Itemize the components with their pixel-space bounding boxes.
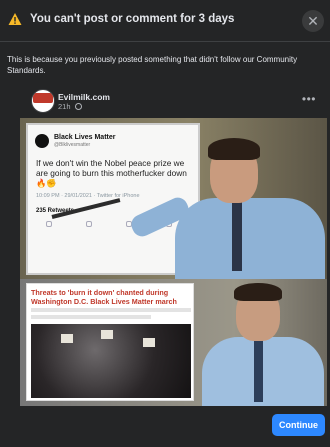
- presenter-body: [175, 198, 325, 279]
- presenter-figure: [128, 138, 327, 279]
- news-article: Threats to 'burn it down' chanted during…: [26, 283, 194, 401]
- protest-sign: [101, 330, 113, 339]
- continue-button[interactable]: Continue: [272, 414, 325, 436]
- protest-sign: [143, 338, 155, 347]
- close-icon: ✕: [307, 13, 319, 29]
- warning-icon: [8, 13, 22, 25]
- protest-sign: [61, 334, 73, 343]
- presenter-tie: [254, 340, 263, 402]
- reply-icon: [46, 221, 52, 227]
- tweet-handle: @Blklivesmatter: [54, 142, 91, 148]
- meme-top-panel: Black Lives Matter @Blklivesmatter If we…: [20, 118, 327, 279]
- globe-icon: [74, 103, 82, 110]
- article-title: Threats to 'burn it down' chanted during…: [31, 288, 177, 306]
- post-image[interactable]: Black Lives Matter @Blklivesmatter If we…: [20, 118, 327, 406]
- close-button[interactable]: ✕: [302, 10, 324, 32]
- tweet-account: Black Lives Matter: [54, 134, 116, 141]
- protest-photo: [31, 324, 191, 398]
- article-byline: [31, 315, 151, 319]
- page-avatar[interactable]: [31, 89, 55, 113]
- meme-bottom-panel: Threats to 'burn it down' chanted during…: [20, 279, 327, 406]
- dialog-title: You can't post or comment for 3 days: [30, 13, 235, 25]
- tweet-meta: 10:09 PM · 29/01/2021 · Twitter for iPho…: [36, 193, 140, 199]
- presenter-tie: [232, 201, 242, 271]
- tweet-avatar: [35, 134, 49, 148]
- retweet-icon: [86, 221, 92, 227]
- page-name-link[interactable]: Evilmilk.com: [58, 92, 110, 102]
- post-timestamp[interactable]: 21h: [58, 102, 82, 111]
- presenter-body: [202, 337, 324, 406]
- presenter-hair: [208, 138, 260, 160]
- more-options-icon[interactable]: •••: [302, 92, 316, 106]
- presenter-hair: [234, 283, 282, 301]
- post-time: 21h: [58, 102, 71, 111]
- presenter-figure-smirk: [198, 279, 327, 406]
- article-subtitle: [31, 308, 191, 312]
- post-preview: Evilmilk.com 21h ••• Black Lives Matter …: [19, 86, 328, 406]
- dialog-header: You can't post or comment for 3 days ✕: [0, 0, 330, 42]
- logo-mark: [33, 93, 53, 103]
- restriction-message: This is because you previously posted so…: [7, 55, 298, 75]
